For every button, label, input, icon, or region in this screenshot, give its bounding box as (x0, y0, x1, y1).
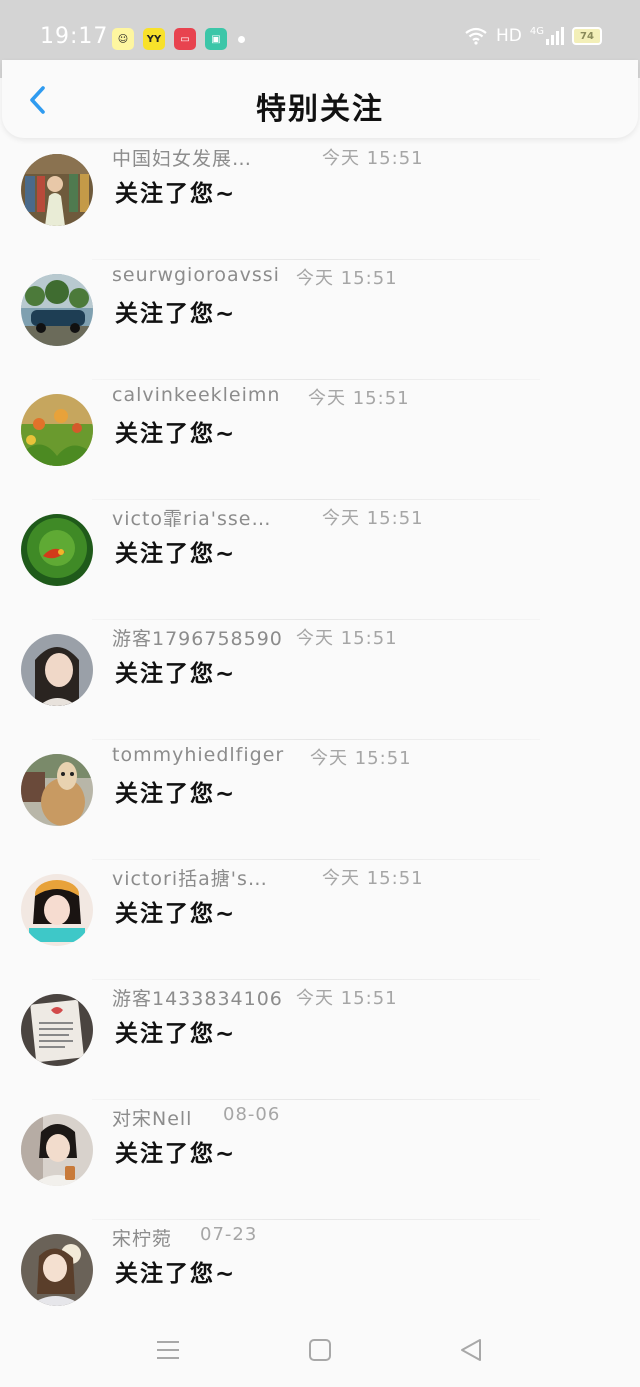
follow-message: 关注了您~ (115, 181, 237, 207)
avatar[interactable] (21, 754, 93, 826)
avatar[interactable] (21, 874, 93, 946)
avatar[interactable] (21, 394, 93, 466)
page-title: 特别关注 (256, 92, 384, 127)
follow-time: 今天 15:51 (296, 268, 398, 289)
follow-time: 今天 15:51 (308, 388, 410, 409)
list-item[interactable]: 游客1796758590 今天 15:51 关注了您~ (0, 620, 640, 740)
list-item[interactable]: tommyhiedlfiger 今天 15:51 关注了您~ (0, 740, 640, 860)
home-button[interactable] (306, 1336, 334, 1364)
user-name: tommyhiedlfiger (112, 744, 285, 766)
more-notifications-dot (238, 35, 245, 43)
avatar[interactable] (21, 1234, 93, 1306)
user-name: calvinkeekleimn (112, 384, 281, 406)
list-item[interactable]: victo霏ria'sse… 今天 15:51 关注了您~ (0, 500, 640, 620)
avatar[interactable] (21, 514, 93, 586)
follow-time: 今天 15:51 (322, 148, 424, 169)
follow-message: 关注了您~ (115, 421, 237, 447)
follow-time: 今天 15:51 (322, 508, 424, 529)
signal-icon: 4G (530, 27, 564, 45)
follow-message: 关注了您~ (115, 781, 237, 807)
yy-app-icon: YY (143, 28, 165, 50)
square-home-icon (309, 1339, 331, 1361)
menu-button[interactable] (154, 1336, 182, 1364)
user-name: 中国妇女发展… (112, 148, 253, 170)
notification-app-icons: ☺ YY ▭ ▣ (112, 28, 245, 50)
follow-time: 今天 15:51 (322, 868, 424, 889)
menu-icon (157, 1341, 179, 1359)
follow-time: 今天 15:51 (296, 988, 398, 1009)
header-bar: 特别关注 (2, 60, 638, 138)
list-item[interactable]: victori括a搪's… 今天 15:51 关注了您~ (0, 860, 640, 980)
avatar[interactable] (21, 994, 93, 1066)
avatar[interactable] (21, 154, 93, 226)
follow-message: 关注了您~ (115, 541, 237, 567)
follow-message: 关注了您~ (115, 661, 237, 687)
user-name: victo霏ria'sse… (112, 508, 272, 530)
triangle-back-icon (461, 1339, 481, 1361)
follow-message: 关注了您~ (115, 901, 237, 927)
list-item[interactable]: 游客1433834106 今天 15:51 关注了您~ (0, 980, 640, 1100)
user-name: victori括a搪's… (112, 868, 268, 890)
navigation-bar (0, 1310, 640, 1387)
status-time: 19:17 (40, 24, 109, 49)
list-item[interactable]: 中国妇女发展… 今天 15:51 关注了您~ (0, 140, 640, 260)
user-name: 游客1796758590 (112, 628, 283, 650)
follow-message: 关注了您~ (115, 1261, 237, 1287)
hd-label: HD (496, 26, 522, 46)
status-indicators: HD 4G 74 (464, 26, 602, 46)
follow-time: 今天 15:51 (296, 628, 398, 649)
list-item[interactable]: 对宋Nell 08-06 关注了您~ (0, 1100, 640, 1220)
wifi-icon (465, 27, 487, 45)
video-app-icon: ▭ (174, 28, 196, 50)
list-item[interactable]: seurwgioroavssi 今天 15:51 关注了您~ (0, 260, 640, 380)
avatar[interactable] (21, 1114, 93, 1186)
follow-time: 08-06 (223, 1104, 281, 1125)
follow-time: 07-23 (200, 1224, 258, 1245)
follow-message: 关注了您~ (115, 1141, 237, 1167)
system-back-button[interactable] (458, 1336, 486, 1364)
user-name: seurwgioroavssi (112, 264, 280, 286)
list-item[interactable]: calvinkeekleimn 今天 15:51 关注了您~ (0, 380, 640, 500)
battery-icon: 74 (572, 27, 602, 45)
tile-app-icon: ▣ (205, 28, 227, 50)
avatar[interactable] (21, 274, 93, 346)
user-name: 游客1433834106 (112, 988, 283, 1010)
follow-message: 关注了您~ (115, 1021, 237, 1047)
avatar[interactable] (21, 634, 93, 706)
follow-message: 关注了您~ (115, 301, 237, 327)
follow-time: 今天 15:51 (310, 748, 412, 769)
smiley-app-icon: ☺ (112, 28, 134, 50)
